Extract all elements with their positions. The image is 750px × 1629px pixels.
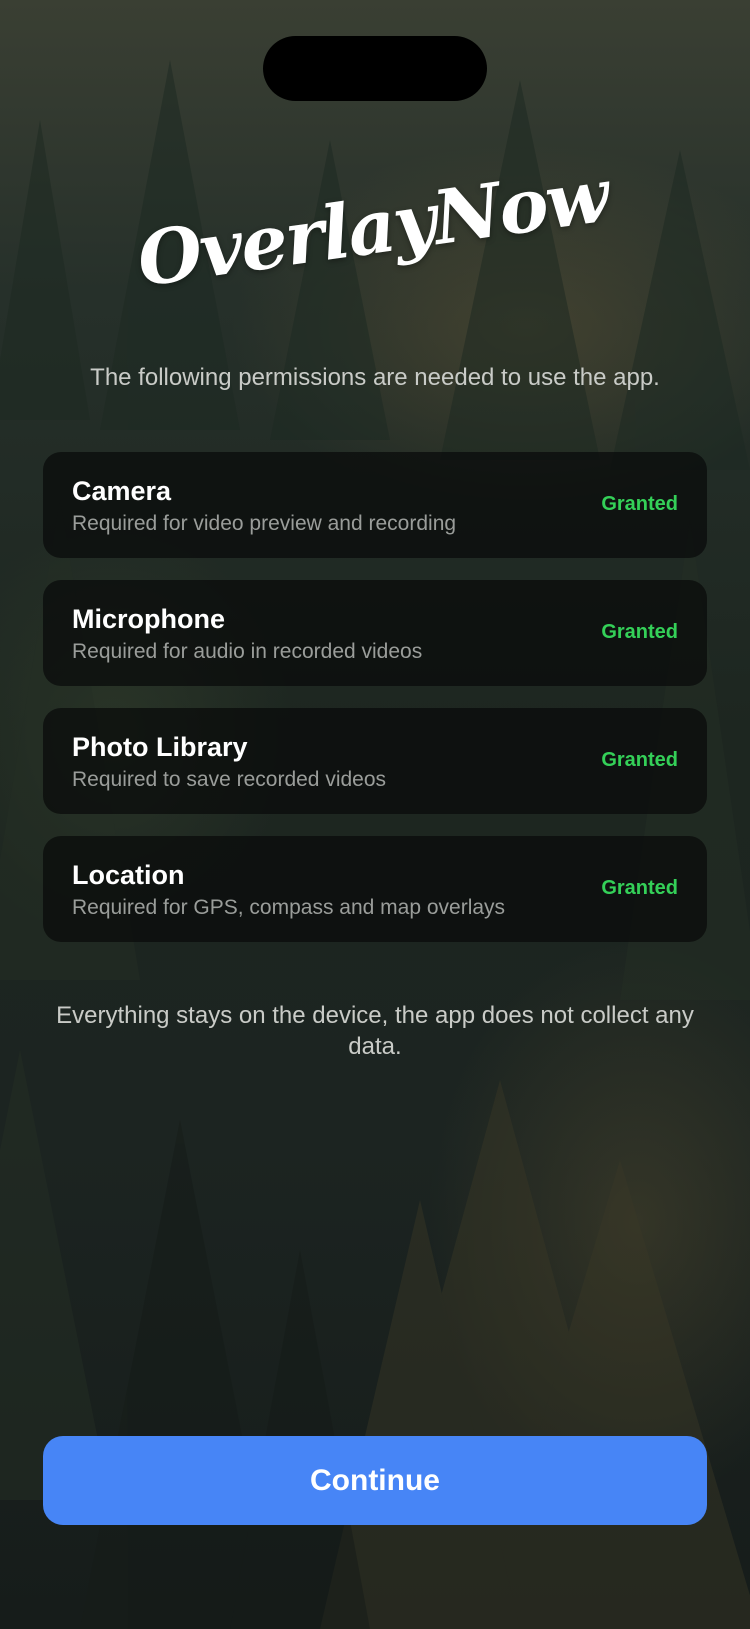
permission-status: Granted <box>601 493 678 515</box>
permission-title: Location <box>72 860 185 890</box>
permissions-list: Camera Required for video preview and re… <box>43 452 707 964</box>
privacy-note: Everything stays on the device, the app … <box>56 1002 694 1060</box>
permission-description: Required for audio in recorded videos <box>72 640 423 663</box>
permissions-screen: OverlayNow The following permissions are… <box>0 0 750 1629</box>
permission-description: Required for GPS, compass and map overla… <box>72 896 506 919</box>
intro-text: The following permissions are needed to … <box>90 364 660 391</box>
permission-description: Required for video preview and recording <box>72 512 457 535</box>
permission-card-photo-library[interactable]: Photo Library Required to save recorded … <box>43 708 707 814</box>
permission-card-microphone[interactable]: Microphone Required for audio in recorde… <box>43 580 707 686</box>
permission-card-camera[interactable]: Camera Required for video preview and re… <box>43 452 707 558</box>
permission-title: Camera <box>72 476 172 506</box>
permission-card-location[interactable]: Location Required for GPS, compass and m… <box>43 836 707 942</box>
permission-title: Microphone <box>72 604 225 634</box>
dynamic-island <box>263 36 487 101</box>
permission-title: Photo Library <box>72 732 248 762</box>
permission-status: Granted <box>601 749 678 771</box>
permission-status: Granted <box>601 621 678 643</box>
continue-button[interactable]: Continue <box>43 1436 707 1525</box>
permission-status: Granted <box>601 877 678 899</box>
permission-description: Required to save recorded videos <box>72 768 387 791</box>
